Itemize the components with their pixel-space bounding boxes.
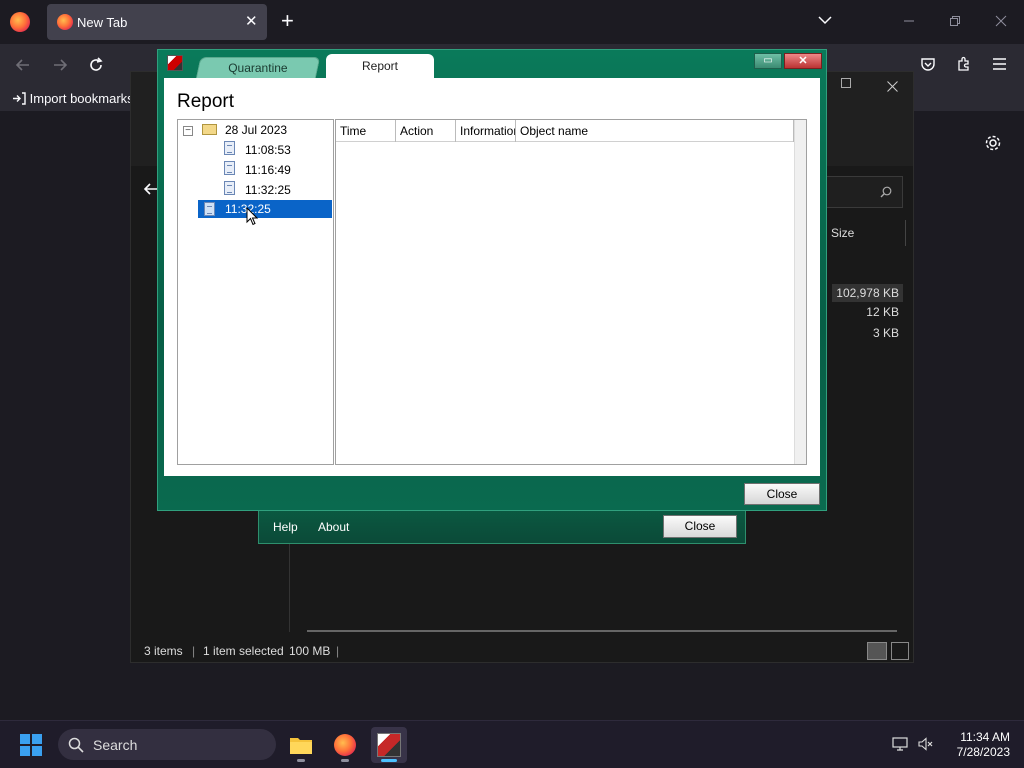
kaspersky-logo-icon [167, 55, 183, 71]
about-link[interactable]: About [318, 520, 349, 534]
running-indicator [297, 759, 305, 762]
forward-arrow-icon[interactable] [52, 57, 68, 73]
clock-date: 7/28/2023 [956, 745, 1010, 759]
tab-quarantine-label: Quarantine [228, 61, 288, 75]
system-clock[interactable]: 11:34 AM 7/28/2023 [940, 730, 1010, 760]
report-file-icon [224, 161, 235, 175]
report-file-icon [224, 141, 235, 155]
close-window-icon[interactable] [887, 81, 898, 92]
new-tab-button[interactable]: + [281, 8, 294, 34]
item-count: 3 items [144, 644, 183, 658]
clock-time: 11:34 AM [960, 730, 1010, 744]
tree-time-node[interactable]: 11:08:53 [245, 141, 291, 159]
windows-start-icon[interactable] [20, 734, 43, 757]
restore-window-icon[interactable] [949, 15, 961, 27]
status-separator: | [336, 644, 340, 658]
tree-time-node[interactable]: 11:32:25 [245, 181, 291, 199]
maximize-window-icon[interactable] [841, 78, 851, 88]
tiles-view-icon[interactable] [891, 642, 909, 660]
firefox-logo-icon [334, 734, 356, 756]
import-bookmarks-label: Import bookmarks [29, 91, 134, 106]
column-divider [905, 220, 906, 246]
report-close-button[interactable]: Close [744, 483, 820, 505]
tree-time-node-selected[interactable]: 11:32:25 [198, 200, 332, 218]
file-explorer-taskbar-icon[interactable] [283, 727, 319, 763]
horizontal-scrollbar[interactable] [307, 630, 897, 632]
import-bookmarks-link[interactable]: Import bookmarks [12, 91, 134, 106]
report-file-icon [224, 181, 235, 195]
dialog-close-icon[interactable]: ✕ [784, 53, 822, 69]
running-indicator [381, 759, 397, 762]
gear-icon[interactable] [984, 134, 1002, 152]
selected-size: 100 MB [289, 644, 331, 658]
tab-close-icon[interactable]: ✕ [245, 12, 258, 30]
taskbar-search-box[interactable]: Search [58, 729, 276, 760]
list-header: Time Action Information Object name [336, 120, 794, 142]
running-indicator [341, 759, 349, 762]
kaspersky-taskbar-icon[interactable] [371, 727, 407, 763]
tab-report-label: Report [361, 59, 399, 73]
report-event-list[interactable]: Time Action Information Object name [335, 119, 807, 465]
report-date-tree[interactable]: − 28 Jul 2023 11:08:53 11:16:49 11:32:25… [177, 119, 334, 465]
tab-new-tab[interactable]: New Tab ✕ [47, 4, 267, 40]
firefox-taskbar-icon[interactable] [327, 727, 363, 763]
explorer-search-box[interactable] [817, 176, 903, 208]
file-size-value[interactable]: 12 KB [866, 305, 899, 319]
dialog-restore-button[interactable]: ▭ [754, 53, 782, 69]
explorer-status-bar: 3 items | 1 item selected 100 MB | [131, 638, 913, 662]
collapse-icon[interactable]: − [183, 126, 193, 136]
column-object-name[interactable]: Object name [516, 120, 794, 142]
browser-tab-bar: New Tab ✕ + [0, 0, 1024, 44]
minimize-window-icon[interactable] [903, 15, 915, 27]
report-dialog: Quarantine Report ▭ ✕ Report − 28 Jul 20… [157, 49, 827, 511]
folder-icon [290, 738, 312, 754]
menu-hamburger-icon[interactable] [992, 57, 1007, 71]
report-heading: Report [177, 91, 235, 112]
search-icon [880, 186, 892, 198]
file-size-value[interactable]: 102,978 KB [832, 284, 903, 302]
file-size-value[interactable]: 3 KB [873, 326, 899, 340]
firefox-tab-icon [57, 14, 73, 30]
folder-icon [202, 124, 217, 135]
firefox-logo-icon[interactable] [10, 12, 30, 32]
taskbar-search-placeholder: Search [93, 737, 138, 753]
tree-time-node[interactable]: 11:16:49 [245, 161, 291, 179]
help-link[interactable]: Help [273, 520, 298, 534]
status-separator: | [192, 644, 196, 658]
pocket-icon[interactable] [920, 56, 936, 72]
volume-muted-icon[interactable] [918, 737, 934, 751]
reload-icon[interactable] [88, 57, 104, 73]
column-action[interactable]: Action [396, 120, 456, 142]
import-icon [13, 92, 26, 105]
network-icon[interactable] [892, 737, 908, 751]
extensions-icon[interactable] [956, 56, 972, 72]
vertical-scrollbar[interactable] [794, 120, 806, 464]
column-time[interactable]: Time [336, 120, 396, 142]
tree-date-node[interactable]: 28 Jul 2023 [225, 121, 287, 139]
close-window-icon[interactable] [995, 15, 1007, 27]
kaspersky-logo-icon [377, 733, 401, 757]
report-file-icon [204, 202, 215, 216]
chevron-down-icon[interactable] [817, 12, 833, 28]
report-panel: Report − 28 Jul 2023 11:08:53 11:16:49 1… [164, 78, 820, 476]
search-icon [68, 737, 84, 753]
mouse-cursor-icon [246, 207, 258, 226]
tab-title: New Tab [77, 15, 128, 30]
selected-count: 1 item selected [203, 644, 284, 658]
main-close-button[interactable]: Close [663, 515, 737, 538]
size-column-header[interactable]: Size [831, 226, 854, 240]
details-view-icon[interactable] [867, 642, 887, 660]
column-information[interactable]: Information [456, 120, 516, 142]
tab-report[interactable]: Report [326, 54, 434, 80]
windows-taskbar: Search 11:34 AM 7/28/2023 [0, 720, 1024, 768]
tab-quarantine[interactable]: Quarantine [195, 57, 321, 79]
back-arrow-icon[interactable] [15, 57, 31, 73]
